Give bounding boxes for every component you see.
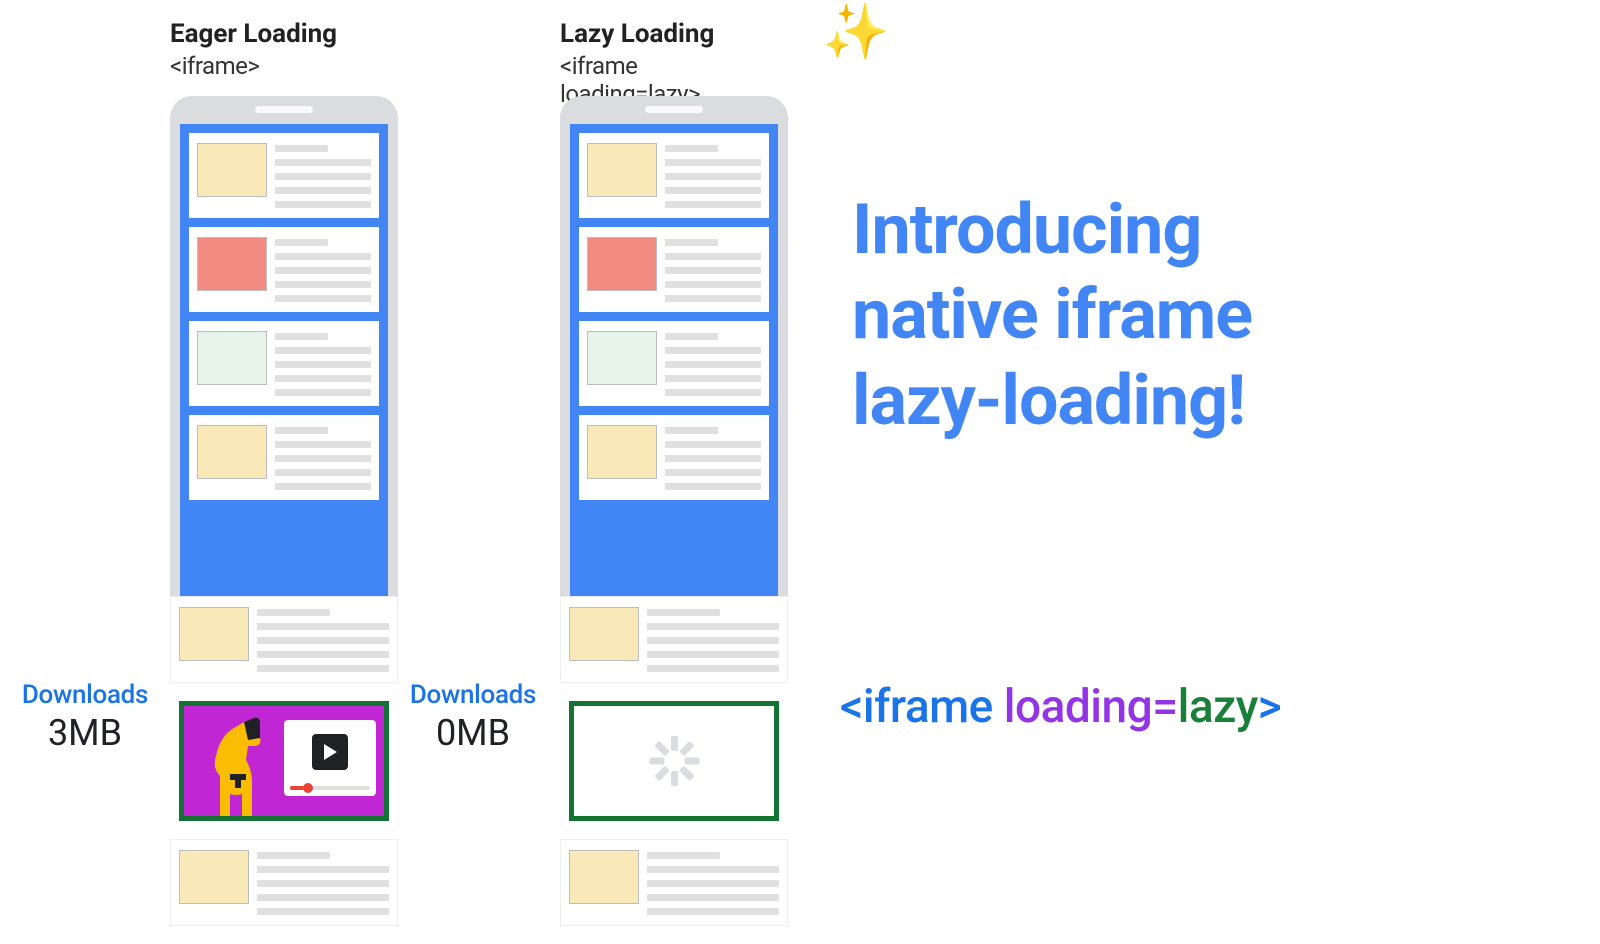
- content-card: [189, 415, 379, 500]
- dog-icon: [190, 716, 278, 816]
- thumbnail-icon: [587, 143, 657, 197]
- eager-subtitle: <iframe>: [170, 52, 390, 80]
- download-label: Downloads: [0, 680, 170, 710]
- code-sample: <iframe loading=lazy>: [840, 680, 1281, 734]
- text-lines: [257, 850, 389, 915]
- thumbnail-icon: [587, 425, 657, 479]
- sparkles-icon: ✨: [822, 6, 889, 60]
- text-lines: [665, 425, 761, 490]
- eager-title: Eager Loading: [170, 20, 390, 50]
- content-card: [560, 596, 788, 683]
- play-button-icon: [312, 734, 348, 770]
- phone-eager: [170, 96, 398, 596]
- thumbnail-icon: [197, 237, 267, 291]
- thumbnail-icon: [197, 425, 267, 479]
- text-lines: [647, 850, 779, 915]
- code-token-value: lazy: [1178, 680, 1258, 734]
- iframe-lazy-placeholder: [569, 701, 779, 821]
- eager-heading-block: Eager Loading <iframe>: [170, 20, 390, 80]
- text-lines: [257, 607, 389, 672]
- code-token-tag-close: >: [1258, 680, 1281, 734]
- download-size: 0MB: [388, 712, 558, 754]
- offscreen-content-lazy: [560, 596, 788, 944]
- content-card: [170, 839, 398, 926]
- content-card: [170, 596, 398, 683]
- thumbnail-icon: [179, 607, 249, 661]
- phone-speaker: [645, 106, 703, 113]
- thumbnail-icon: [569, 607, 639, 661]
- text-lines: [275, 425, 371, 490]
- thumbnail-icon: [587, 237, 657, 291]
- code-token-eq: =: [1152, 680, 1177, 734]
- content-card: [560, 839, 788, 926]
- thumbnail-icon: [197, 331, 267, 385]
- thumbnail-icon: [587, 331, 657, 385]
- headline-line: native iframe: [852, 273, 1492, 358]
- content-card: [579, 133, 769, 218]
- text-lines: [665, 331, 761, 396]
- phone-screen: [570, 124, 778, 596]
- content-card: [579, 415, 769, 500]
- progress-bar-icon: [290, 786, 370, 790]
- content-card: [189, 227, 379, 312]
- content-card: [189, 321, 379, 406]
- video-player-icon: [284, 720, 376, 796]
- lazy-heading-block: Lazy Loading <iframe loading=lazy>: [560, 20, 780, 108]
- thumbnail-icon: [179, 850, 249, 904]
- headline-line: Introducing: [852, 188, 1492, 273]
- text-lines: [665, 237, 761, 302]
- phone-screen: [180, 124, 388, 596]
- phone-speaker: [255, 106, 313, 113]
- text-lines: [647, 607, 779, 672]
- iframe-eager-loaded: [179, 701, 389, 821]
- text-lines: [275, 143, 371, 208]
- text-lines: [275, 237, 371, 302]
- code-token-tag-open: <iframe: [840, 680, 993, 734]
- spinner-icon: [649, 736, 699, 786]
- headline-line: lazy-loading!: [852, 359, 1492, 444]
- thumbnail-icon: [197, 143, 267, 197]
- download-size: 3MB: [0, 712, 170, 754]
- eager-download-callout: Downloads 3MB: [0, 680, 170, 754]
- headline: Introducing native iframe lazy-loading!: [852, 188, 1492, 444]
- download-label: Downloads: [388, 680, 558, 710]
- phone-shell: [170, 96, 398, 596]
- text-lines: [275, 331, 371, 396]
- code-token-attr: loading: [1004, 680, 1152, 734]
- text-lines: [665, 143, 761, 208]
- content-card: [579, 321, 769, 406]
- lazy-title: Lazy Loading: [560, 20, 780, 50]
- thumbnail-icon: [569, 850, 639, 904]
- phone-shell: [560, 96, 788, 596]
- offscreen-content-eager: [170, 596, 398, 944]
- phone-lazy: [560, 96, 788, 596]
- content-card: [189, 133, 379, 218]
- lazy-download-callout: Downloads 0MB: [388, 680, 558, 754]
- content-card: [579, 227, 769, 312]
